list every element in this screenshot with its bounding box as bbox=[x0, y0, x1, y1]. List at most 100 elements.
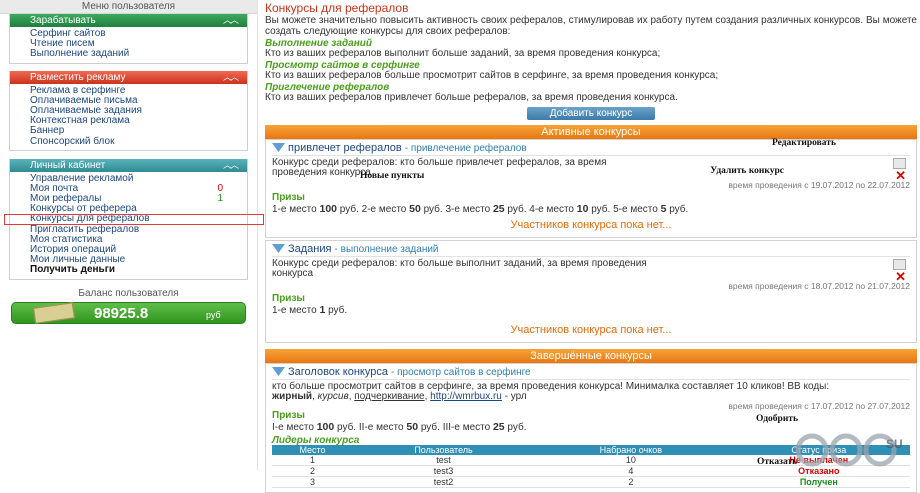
prize-place: 1-е место bbox=[272, 304, 317, 316]
column-header: Место bbox=[272, 444, 354, 455]
prize-unit: руб. bbox=[591, 203, 611, 215]
section-cabinet: Личный кабинет ︿︿ Управление рекламой Моя… bbox=[4, 158, 264, 280]
cell-user: test bbox=[353, 454, 535, 466]
contest-description: кто больше просмотрит сайтов в серфинге,… bbox=[272, 381, 872, 402]
prize-amount: 25 bbox=[492, 420, 505, 433]
prize-unit: руб. bbox=[328, 304, 348, 316]
sidebar-item-tasks[interactable]: Выполнение заданий bbox=[10, 49, 247, 59]
section-earn-header[interactable]: Зарабатывать ︿︿ bbox=[10, 14, 247, 27]
delete-icon[interactable]: ✕ bbox=[895, 169, 906, 182]
no-participants-text: Участников конкурса пока нет... bbox=[510, 323, 672, 336]
active-contests-bar: Активные конкурсы bbox=[265, 124, 917, 139]
prizes-title: Призы bbox=[272, 191, 305, 203]
cell-place: 1 bbox=[272, 454, 354, 466]
prizes-title: Призы bbox=[272, 409, 305, 421]
contest-title[interactable]: Заголовок конкурса bbox=[288, 366, 388, 378]
collapse-icon[interactable]: ︿︿ bbox=[223, 14, 239, 27]
referrals-count-badge: 1 bbox=[217, 193, 223, 205]
prizes-list: I-е место 100 руб. II-е место 50 руб. II… bbox=[272, 421, 910, 433]
menu-title: Меню пользователя bbox=[0, 0, 257, 14]
section-ads: Разместить рекламу ︿︿ Реклама в серфинге … bbox=[9, 70, 248, 151]
contest-category: - привлечение рефералов bbox=[404, 142, 527, 154]
contest-type-desc: Кто из ваших рефералов больше просмотрит… bbox=[265, 70, 719, 82]
prize-place: II-е место bbox=[358, 421, 404, 433]
no-participants-text: Участников конкурса пока нет... bbox=[510, 218, 672, 231]
prize-unit: руб. bbox=[507, 203, 527, 215]
underline-sample: подчеркивание bbox=[354, 390, 425, 402]
sidebar: Меню пользователя Зарабатывать ︿︿ Серфинг… bbox=[0, 0, 264, 470]
prize-amount: 10 bbox=[576, 202, 589, 215]
annotation-delete: Удалить конкурс bbox=[710, 165, 784, 176]
money-icon bbox=[33, 301, 75, 324]
contest-title[interactable]: привлечет рефералов bbox=[288, 142, 402, 154]
prize-amount: 25 bbox=[492, 202, 505, 215]
delete-icon[interactable]: ✕ bbox=[895, 270, 906, 283]
prize-amount: 100 bbox=[316, 420, 335, 433]
collapse-icon[interactable]: ︿︿ bbox=[223, 159, 239, 172]
prize-place: 5-е место bbox=[613, 203, 658, 215]
prize-amount: 50 bbox=[406, 420, 419, 433]
prize-amount: 50 bbox=[409, 202, 421, 215]
description-link[interactable]: http://wmrbux.ru bbox=[430, 391, 502, 402]
contest-type-desc: Кто из ваших рефералов привлечет больше … bbox=[265, 92, 678, 104]
description-tail: - урл bbox=[501, 390, 527, 402]
column-header: Набрано очков bbox=[534, 444, 728, 455]
add-contest-button[interactable]: Добавить конкурс bbox=[527, 106, 655, 120]
contest-description: Конкурс среди рефералов: кто больше прив… bbox=[272, 156, 607, 178]
section-earn: Зарабатывать ︿︿ Серфинг сайтов Чтение пис… bbox=[9, 14, 248, 64]
contest-type-desc: Кто из ваших рефералов выполнит больше з… bbox=[265, 48, 661, 60]
contest-card: Задания - выполнение заданий Конкурс сре… bbox=[265, 239, 917, 343]
balance-box[interactable]: 98925.8 руб bbox=[11, 301, 246, 324]
contest-category: - просмотр сайтов в серфинге bbox=[391, 366, 531, 378]
annotation-new-items: Новые пункты bbox=[360, 170, 425, 181]
section-ads-header[interactable]: Разместить рекламу ︿︿ bbox=[10, 70, 247, 84]
prize-place: 1-е место bbox=[272, 203, 317, 215]
finished-contests-bar: Завершённые конкурсы bbox=[265, 348, 917, 363]
collapse-icon[interactable]: ︿︿ bbox=[223, 71, 239, 84]
balance-currency: руб bbox=[206, 309, 221, 320]
prize-place: 2-е место bbox=[361, 203, 407, 215]
contest-arrow-icon bbox=[272, 366, 285, 376]
main-content: Конкурсы для рефералов Вы можете значите… bbox=[265, 0, 917, 493]
contest-dates: время проведения с 18.07.2012 по 21.07.2… bbox=[728, 280, 910, 291]
contest-header: Заголовок конкурса - просмотр сайтов в с… bbox=[272, 364, 910, 380]
sidebar-item-label: Получить деньги bbox=[30, 264, 116, 276]
contest-dates: время проведения с 19.07.2012 по 22.07.2… bbox=[728, 179, 910, 190]
prize-unit: руб. bbox=[423, 203, 443, 215]
cell-status: Получен bbox=[727, 476, 910, 488]
watermark-logo: SU bbox=[795, 433, 903, 467]
table-row: 3 test2 2 Получен bbox=[272, 476, 910, 488]
prize-place: 4-е место bbox=[529, 203, 574, 215]
cell-place: 3 bbox=[272, 476, 354, 488]
sidebar-item-withdraw[interactable]: Получить деньги bbox=[10, 265, 247, 275]
prize-unit: руб. bbox=[337, 421, 357, 433]
watermark-text: SU bbox=[886, 437, 903, 451]
cell-user: test3 bbox=[353, 465, 535, 477]
prize-place: 3-е место bbox=[445, 203, 491, 215]
edit-icon[interactable] bbox=[893, 157, 906, 169]
contest-arrow-icon bbox=[272, 243, 285, 253]
prizes-list: 1-е место 1 руб. bbox=[272, 304, 910, 316]
balance-value: 98925.8 bbox=[94, 304, 149, 322]
cell-score: 10 bbox=[534, 454, 728, 466]
sidebar-item-sponsor-block[interactable]: Спонсорский блок bbox=[10, 136, 247, 147]
cell-score: 4 bbox=[534, 465, 728, 477]
cell-score: 2 bbox=[534, 476, 728, 488]
contest-title[interactable]: Задания bbox=[288, 243, 331, 255]
section-earn-title: Зарабатывать bbox=[30, 15, 96, 26]
contest-description: Конкурс среди рефералов: кто больше выпо… bbox=[272, 257, 647, 279]
balance-title: Баланс пользователя bbox=[78, 287, 179, 299]
prize-place: I-е место bbox=[272, 421, 314, 433]
prizes-list: 1-е место 100 руб. 2-е место 50 руб. 3-е… bbox=[272, 203, 910, 215]
section-cabinet-header[interactable]: Личный кабинет ︿︿ bbox=[10, 158, 247, 172]
bold-sample: жирный bbox=[272, 390, 313, 402]
intro-text: Вы можете значительно повысить активност… bbox=[265, 15, 917, 37]
prize-amount: 5 bbox=[660, 202, 667, 215]
prizes-title: Призы bbox=[272, 292, 305, 304]
sidebar-item-banner[interactable]: Баннер bbox=[10, 126, 247, 136]
contest-header: Задания - выполнение заданий bbox=[272, 241, 910, 257]
contest-card: привлечет рефералов - привлечение рефера… bbox=[265, 138, 917, 238]
edit-icon[interactable] bbox=[893, 258, 906, 270]
annotation-approve: Одобрить bbox=[755, 413, 798, 424]
page-title: Конкурсы для рефералов bbox=[265, 1, 409, 15]
